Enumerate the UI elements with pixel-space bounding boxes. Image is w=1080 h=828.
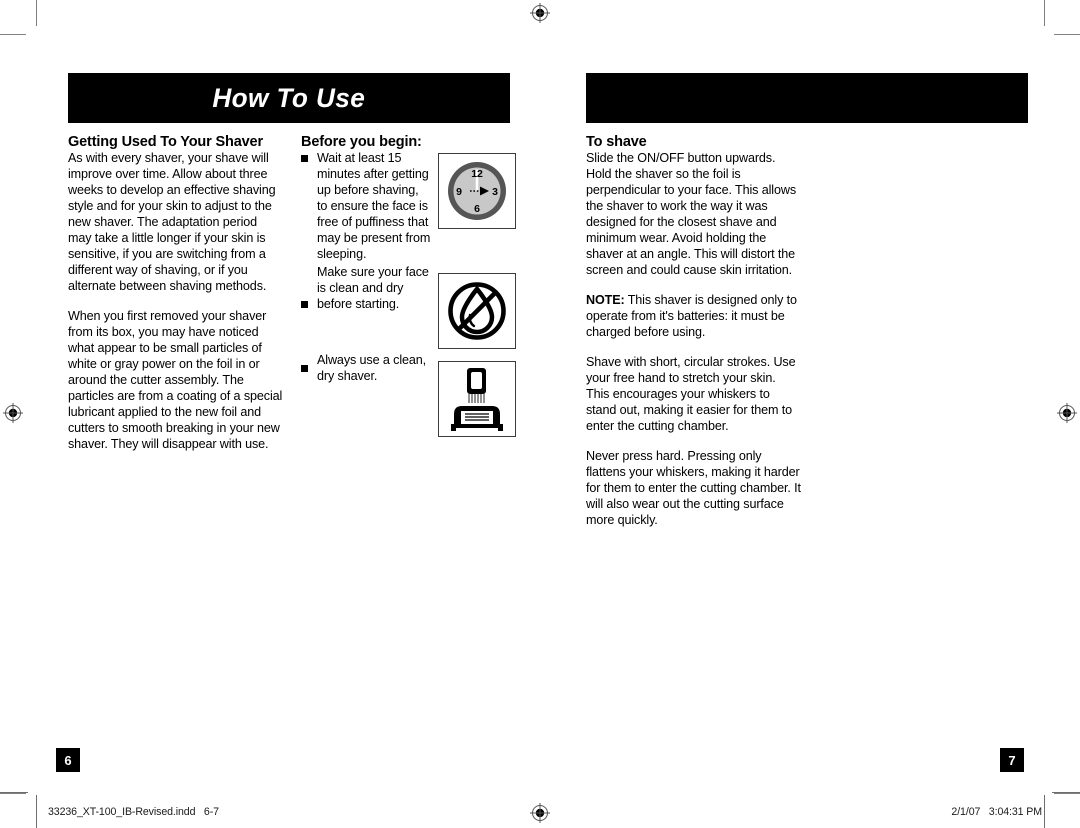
note-label: NOTE: [586, 293, 625, 308]
svg-text:12: 12 [471, 168, 483, 180]
bullet-wait-15-minutes-text: Wait at least 15 minutes after getting u… [317, 151, 431, 262]
bullet-clean-dry-face-text: Make sure your face is clean and dry bef… [317, 265, 429, 312]
bullet-square-icon [301, 301, 308, 309]
to-shave-paragraph-1: Slide the ON/OFF button upwards. Hold th… [586, 151, 796, 278]
to-shave-paragraph-4: Never press hard. Pressing only flattens… [586, 448, 801, 527]
crop-mark-top-right-v [1044, 0, 1045, 26]
left-page: How To Use Getting Used To Your Shaver A… [44, 36, 518, 792]
print-spread: How To Use Getting Used To Your Shaver A… [0, 0, 1080, 828]
right-page-column-2-empty [819, 134, 1034, 529]
left-page-banner-title: How To Use [212, 82, 366, 113]
right-page-columns: To shave Slide the ON/OFF button upwards… [586, 134, 1034, 529]
crop-mark-bottom-left-h [0, 793, 26, 794]
footer-vrule-right [1044, 795, 1045, 828]
to-shave-paragraph-3: Shave with short, circular strokes. Use … [586, 355, 796, 433]
to-shave-heading: To shave [586, 134, 647, 150]
clock-icon: 12 3 6 9 [438, 153, 516, 230]
svg-text:9: 9 [456, 186, 462, 198]
registration-mark-left-center [3, 403, 23, 423]
footer-rule-right [1052, 792, 1080, 793]
footer-vrule-left [36, 795, 37, 828]
crop-mark-top-left-v [36, 0, 37, 26]
right-page: To shave Slide the ON/OFF button upwards… [562, 36, 1036, 792]
footer-rule-left [0, 792, 28, 793]
registration-mark-right-center [1057, 403, 1077, 423]
to-shave-note: NOTE: This shaver is designed only to op… [586, 293, 801, 341]
getting-used-heading: Getting Used To Your Shaver [68, 134, 263, 150]
right-page-column-1: To shave Slide the ON/OFF button upwards… [586, 134, 801, 529]
svg-text:6: 6 [474, 203, 480, 215]
footer-filename: 33236_XT-100_IB-Revised.indd 6-7 [48, 806, 219, 818]
crop-mark-top-right-h [1054, 34, 1080, 35]
left-page-column-2: Before you begin: 12 3 6 9 Wait at least… [301, 134, 516, 453]
bullet-square-icon [301, 365, 308, 373]
crop-mark-bottom-right-h [1054, 793, 1080, 794]
no-water-icon [438, 273, 516, 350]
crop-mark-top-left-h [0, 34, 26, 35]
before-you-begin-heading: Before you begin: [301, 134, 422, 150]
getting-used-paragraph-1: As with every shaver, your shave will im… [68, 151, 276, 294]
bullet-clean-dry-face: Make sure your face is clean and dry bef… [301, 265, 516, 351]
registration-mark-bottom-center [530, 803, 550, 823]
left-page-columns: Getting Used To Your Shaver As with ever… [68, 134, 516, 453]
left-page-banner: How To Use [68, 73, 510, 123]
bullet-wait-15-minutes: 12 3 6 9 Wait at least 15 minutes after … [301, 151, 516, 263]
registration-mark-top-center [530, 3, 550, 23]
getting-used-paragraph-2: When you first removed your shaver from … [68, 309, 283, 451]
footer-timestamp: 2/1/07 3:04:31 PM [951, 806, 1042, 818]
left-page-column-1: Getting Used To Your Shaver As with ever… [68, 134, 283, 453]
page-number-right: 7 [1000, 748, 1024, 772]
bullet-square-icon [301, 155, 308, 163]
bullet-clean-dry-shaver-text: Always use a clean, dry shaver. [317, 353, 427, 384]
bullet-clean-dry-shaver: Always use a clean, dry shaver. [301, 353, 516, 439]
page-number-left: 6 [56, 748, 80, 772]
before-you-begin-bullets: 12 3 6 9 Wait at least 15 minutes after … [301, 151, 516, 439]
svg-text:3: 3 [492, 186, 498, 198]
right-page-banner [586, 73, 1028, 123]
shaver-on-stand-icon [438, 361, 516, 438]
